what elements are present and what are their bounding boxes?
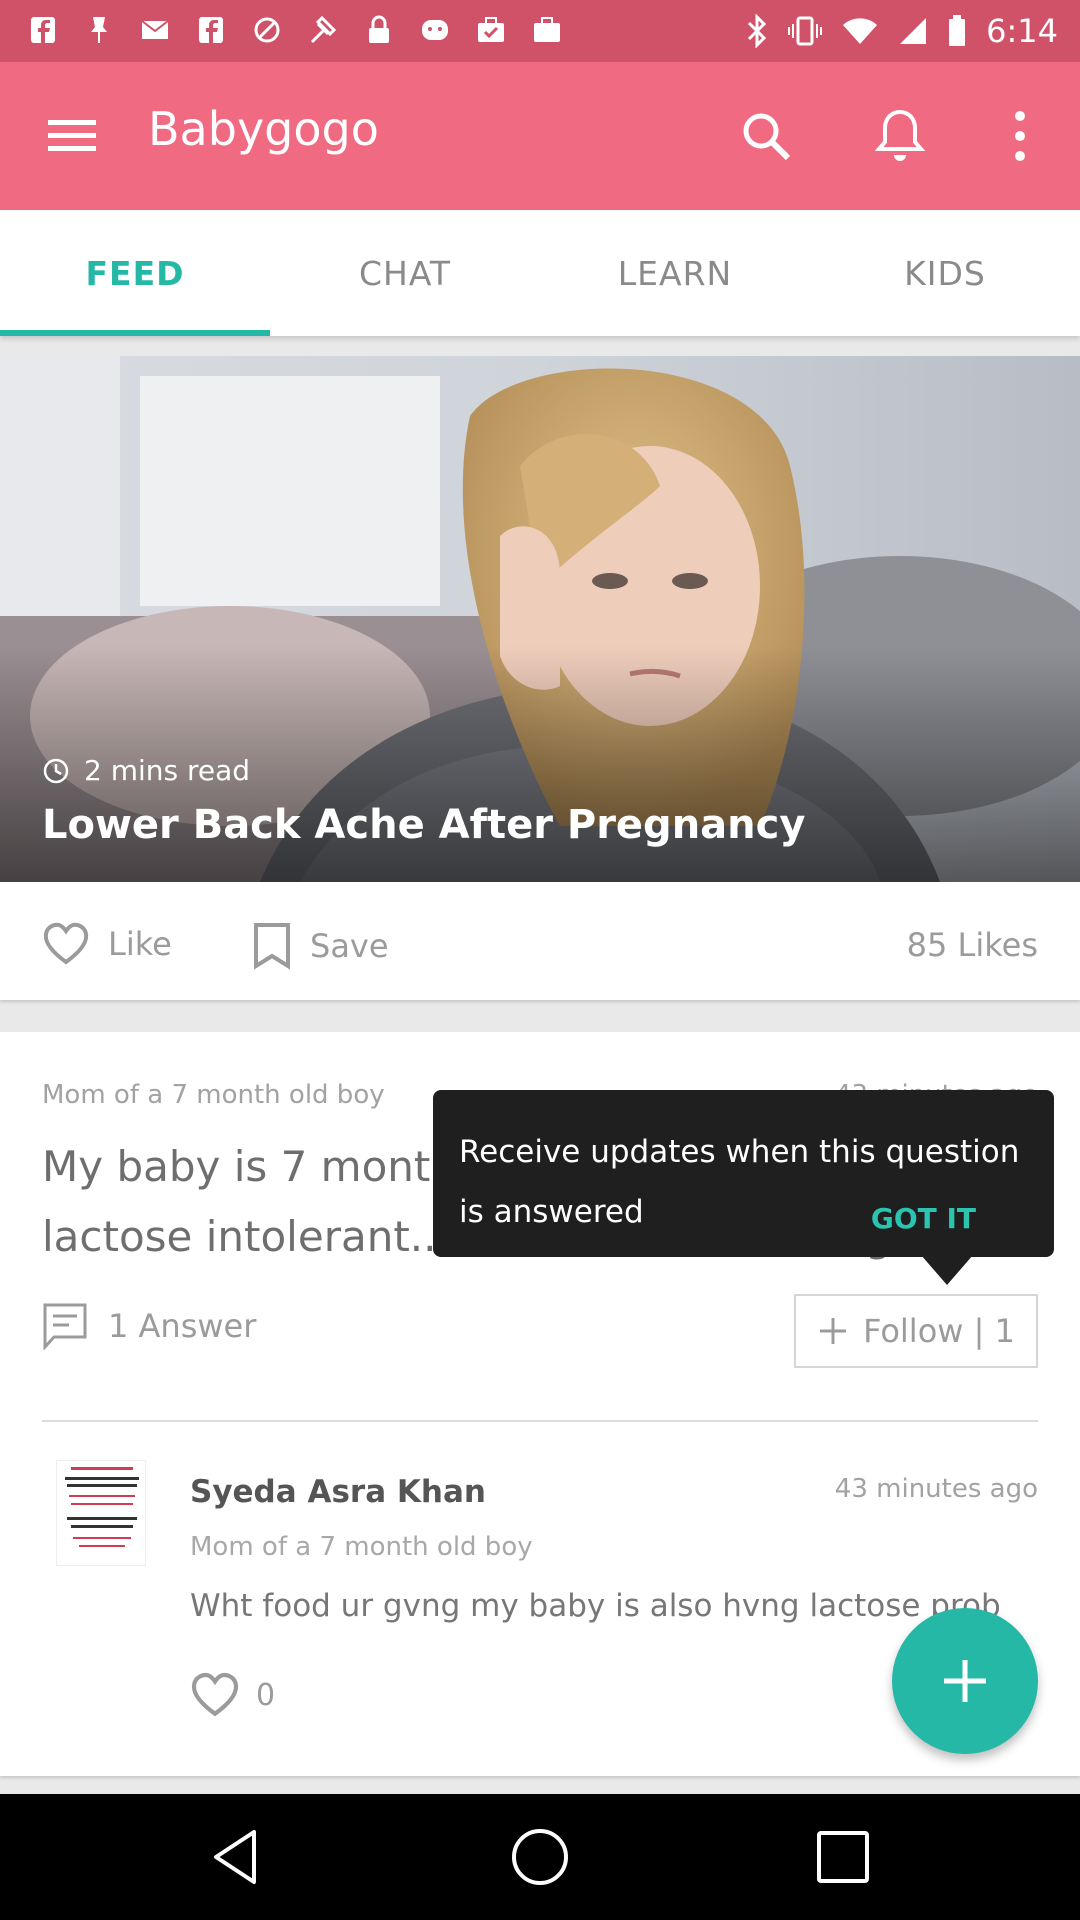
save-button[interactable]: Save	[252, 922, 389, 970]
app-bar: Babygogo	[0, 62, 1080, 210]
heart-icon	[43, 922, 89, 965]
recents-icon[interactable]	[810, 1824, 876, 1890]
tab-chat[interactable]: CHAT	[270, 210, 540, 336]
battery-icon	[949, 15, 966, 46]
answer-text[interactable]: Wht food ur gvng my baby is also hvng la…	[190, 1588, 1020, 1624]
search-icon[interactable]	[738, 108, 794, 164]
facebook-icon	[31, 17, 55, 43]
pin-icon	[91, 17, 107, 43]
tab-indicator	[0, 330, 270, 336]
divider	[42, 1420, 1038, 1422]
question-author-meta: Mom of a 7 month old boy	[42, 1080, 385, 1110]
lock-icon	[369, 15, 389, 43]
answer-time: 43 minutes ago	[834, 1474, 1038, 1504]
back-icon[interactable]	[204, 1824, 270, 1890]
answers-button[interactable]: 1 Answer	[42, 1302, 256, 1350]
plus-icon	[820, 1318, 847, 1344]
follow-button[interactable]: Follow | 1	[794, 1294, 1038, 1368]
more-vertical-icon[interactable]	[1006, 106, 1034, 166]
vibrate-icon	[788, 16, 823, 46]
menu-icon[interactable]	[44, 114, 100, 158]
home-icon[interactable]	[507, 1824, 573, 1890]
plus-icon	[944, 1660, 986, 1702]
bell-icon[interactable]	[874, 106, 926, 166]
tab-kids[interactable]: KIDS	[810, 210, 1080, 336]
read-time: 2 mins read	[42, 754, 250, 787]
comment-icon	[43, 1303, 87, 1350]
answer-like-count: 0	[256, 1677, 276, 1713]
like-label: Like	[108, 925, 172, 963]
status-bar: 6:14	[0, 0, 1080, 62]
avatar[interactable]	[56, 1460, 146, 1566]
article-card[interactable]: 2 mins read Lower Back Ache After Pregna…	[0, 356, 1080, 1000]
status-notification-icons	[28, 14, 562, 46]
facebook-icon	[199, 17, 223, 43]
tab-feed[interactable]: FEED	[0, 210, 270, 336]
answers-label: 1 Answer	[108, 1307, 257, 1345]
add-post-button[interactable]	[892, 1608, 1038, 1754]
tab-bar: FEED CHAT LEARN KIDS	[0, 210, 1080, 336]
wifi-icon	[843, 18, 878, 44]
tooltip-arrow	[921, 1255, 973, 1285]
tab-learn[interactable]: LEARN	[540, 210, 810, 336]
system-nav-bar	[0, 1794, 1080, 1920]
article-title[interactable]: Lower Back Ache After Pregnancy	[42, 802, 805, 848]
bookmark-icon	[254, 923, 290, 970]
briefcase-check-icon	[478, 17, 504, 42]
avatar-image	[57, 1461, 145, 1565]
like-button[interactable]: Like	[42, 922, 172, 966]
likes-count: 85 Likes	[906, 926, 1038, 964]
signal-icon	[900, 18, 927, 44]
clock-icon	[43, 758, 69, 783]
app-title: Babygogo	[148, 102, 379, 156]
article-actions: Like Save 85 Likes	[0, 882, 1080, 1000]
follow-label: Follow | 1	[863, 1312, 1015, 1350]
follow-tooltip: Receive updates when this question is an…	[433, 1090, 1054, 1285]
answer-like-button[interactable]: 0	[190, 1672, 275, 1718]
status-system-icons: 6:14	[746, 12, 1058, 50]
read-time-label: 2 mins read	[84, 754, 251, 787]
heart-icon	[191, 1672, 239, 1717]
got-it-button[interactable]: GOT IT	[871, 1202, 976, 1235]
app-icon	[422, 20, 448, 40]
bluetooth-icon	[748, 14, 767, 48]
answer-author-meta: Mom of a 7 month old boy	[190, 1532, 533, 1562]
mail-icon	[141, 20, 169, 39]
status-time: 6:14	[986, 12, 1058, 50]
blocked-icon	[254, 17, 280, 43]
fake-gps-icon	[310, 15, 337, 44]
save-label: Save	[310, 927, 389, 965]
answer-author-name[interactable]: Syeda Asra Khan	[190, 1474, 486, 1510]
article-image[interactable]: 2 mins read Lower Back Ache After Pregna…	[0, 356, 1080, 882]
briefcase-icon	[534, 17, 560, 42]
